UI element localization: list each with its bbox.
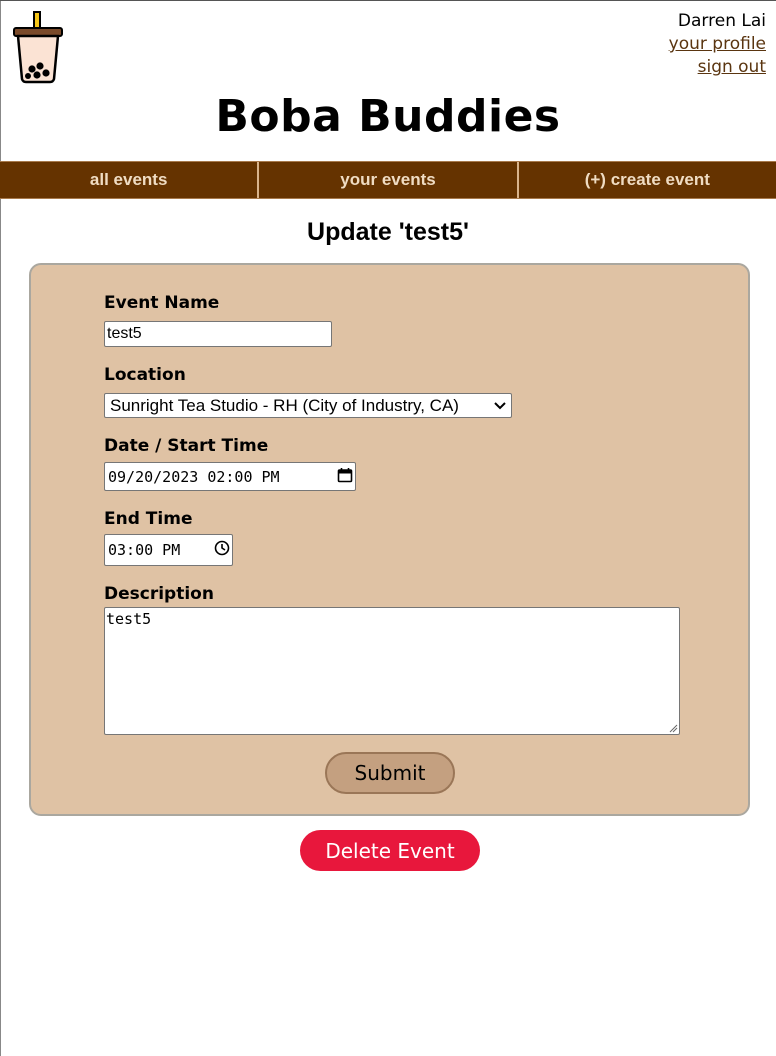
date-start-value: 09/20/2023 02:00 PM: [108, 467, 280, 486]
date-start-input[interactable]: 09/20/2023 02:00 PM: [104, 462, 356, 491]
main-nav: all events your events (+) create event: [0, 161, 776, 199]
site-title: Boba Buddies: [215, 91, 561, 142]
submit-button[interactable]: Submit: [325, 752, 455, 794]
user-name: Darren Lai: [677, 11, 766, 31]
delete-event-button[interactable]: Delete Event: [300, 830, 480, 871]
description-value: test5: [106, 610, 152, 628]
chevron-down-icon: [494, 395, 506, 416]
page-title: Update 'test5': [307, 218, 469, 246]
profile-link[interactable]: your profile: [669, 33, 766, 56]
location-label: Location: [104, 365, 186, 385]
description-label: Description: [104, 584, 214, 604]
user-menu: Darren Lai your profile sign out: [669, 10, 766, 79]
nav-create-event[interactable]: (+) create event: [518, 162, 776, 198]
nav-your-events[interactable]: your events: [259, 162, 519, 198]
location-select[interactable]: Sunright Tea Studio - RH (City of Indust…: [104, 393, 512, 418]
calendar-icon[interactable]: [337, 467, 353, 487]
location-selected-value: Sunright Tea Studio - RH (City of Indust…: [110, 396, 459, 415]
resize-handle-icon[interactable]: [668, 723, 678, 733]
clock-icon[interactable]: [214, 540, 230, 560]
end-time-label: End Time: [104, 509, 193, 529]
signout-link[interactable]: sign out: [669, 56, 766, 79]
boba-tea-icon[interactable]: [12, 11, 64, 85]
event-form: Event Name test5 Location Sunright Tea S…: [29, 263, 750, 816]
event-name-label: Event Name: [104, 293, 220, 313]
end-time-input[interactable]: 03:00 PM: [104, 534, 233, 566]
nav-all-events[interactable]: all events: [0, 162, 260, 198]
left-border: [0, 1, 1, 1056]
end-time-value: 03:00 PM: [108, 541, 181, 559]
event-name-input[interactable]: test5: [104, 321, 332, 347]
description-textarea[interactable]: test5: [104, 607, 680, 735]
date-start-label: Date / Start Time: [104, 436, 269, 456]
